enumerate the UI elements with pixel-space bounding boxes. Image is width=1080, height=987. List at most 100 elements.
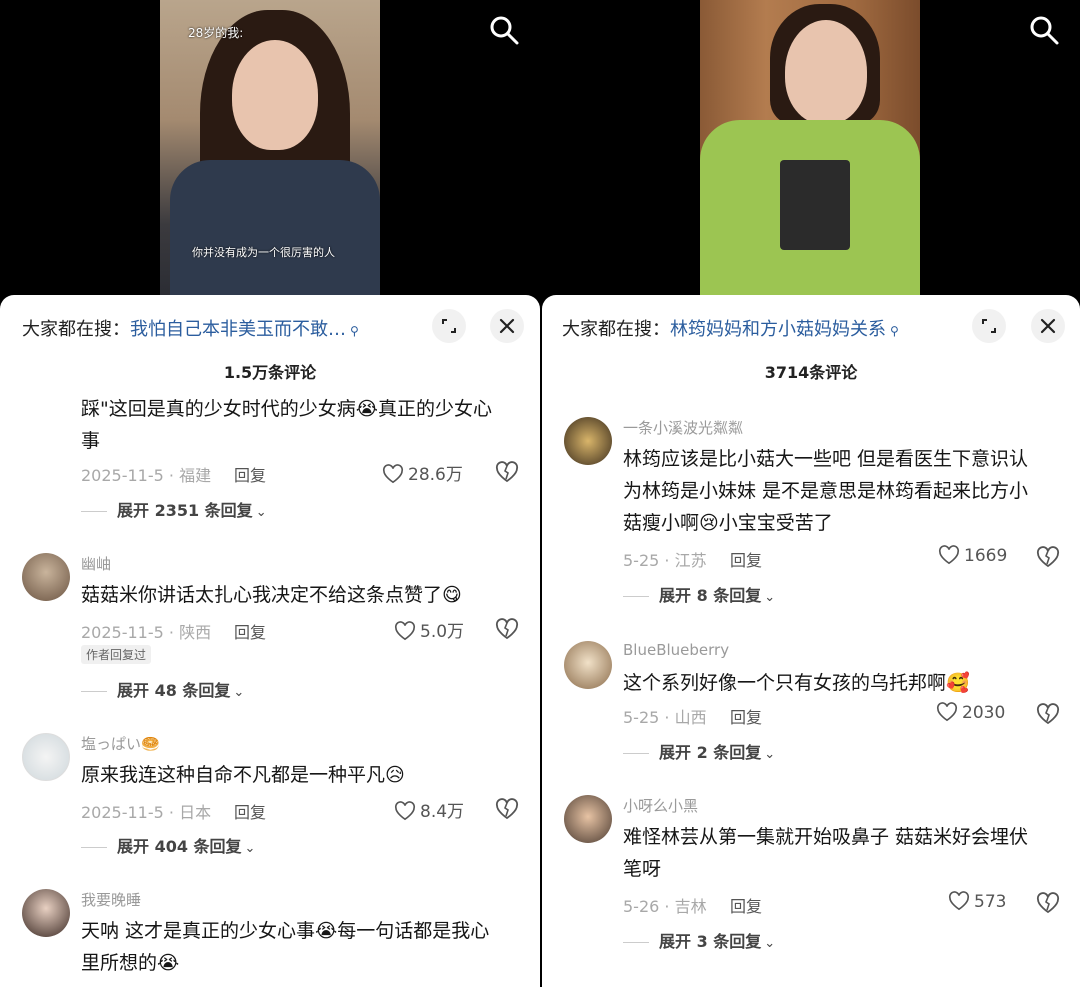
video-frame[interactable] — [700, 0, 920, 300]
search-icon — [1030, 16, 1059, 45]
like-button[interactable]: 1669 — [938, 545, 1007, 566]
expand-sheet-button[interactable] — [432, 309, 466, 343]
comment-date-location: 2025-11-5 · 陕西 — [81, 623, 212, 642]
comment-author[interactable]: 小呀么小黑 — [623, 795, 698, 816]
expand-replies-label: 展开 2351 条回复 — [117, 501, 253, 520]
expand-replies-button[interactable]: 展开 2351 条回复 ⌄ — [81, 497, 267, 521]
comment-author[interactable]: 一条小溪波光粼粼 — [623, 417, 743, 438]
video-frame[interactable]: 28岁的我: 你并没有成为一个很厉害的人 — [160, 0, 380, 300]
comment-date-location: 2025-11-5 · 福建 — [81, 466, 212, 485]
dislike-heart-icon[interactable] — [495, 798, 519, 820]
heart-icon — [382, 464, 404, 484]
expand-icon — [982, 319, 996, 333]
search-suggestion-query[interactable]: 林筠妈妈和方小菇妈妈关系 — [670, 319, 886, 340]
expand-icon — [442, 319, 456, 333]
like-button[interactable]: 28.6万 — [382, 460, 463, 485]
chevron-down-icon: ⌄ — [764, 747, 776, 762]
reply-button[interactable]: 回复 — [730, 704, 762, 728]
close-icon — [499, 318, 515, 334]
avatar[interactable] — [564, 795, 612, 843]
like-button[interactable]: 2030 — [936, 702, 1005, 723]
avatar[interactable] — [564, 641, 612, 689]
like-button[interactable]: 573 — [948, 891, 1006, 912]
video-overlay-title: 28岁的我: — [188, 26, 244, 40]
dislike-heart-icon[interactable] — [495, 461, 519, 483]
like-count: 5.0万 — [420, 622, 465, 642]
comment-author[interactable]: 塩っぱい🥯 — [81, 733, 160, 754]
dislike-heart-icon[interactable] — [495, 618, 519, 640]
expand-replies-label: 展开 3 条回复 — [659, 932, 762, 951]
reply-button[interactable]: 回复 — [234, 619, 266, 643]
chevron-down-icon: ⌄ — [244, 841, 256, 856]
dislike-heart-icon[interactable] — [1036, 703, 1060, 725]
comment-date-location: 5-26 · 吉林 — [623, 897, 707, 916]
avatar[interactable] — [564, 417, 612, 465]
comment-text: 原来我连这种自命不凡都是一种平凡😥 — [81, 764, 405, 786]
video-person-face — [232, 40, 318, 150]
comment-text: 踩"这回是真的少女时代的少女病😭真正的少女心事 — [81, 398, 492, 452]
avatar[interactable] — [22, 733, 70, 781]
left-panel: 28岁的我: 你并没有成为一个很厉害的人 大家都在搜：我怕自己本非美玉而不敢… ⚲… — [0, 0, 540, 987]
heart-icon — [938, 545, 960, 565]
dislike-heart-icon[interactable] — [1036, 892, 1060, 914]
comment-sheet: 大家都在搜：我怕自己本非美玉而不敢… ⚲ 1.5万条评论 踩"这回是真的少女时代的… — [0, 295, 540, 987]
right-panel: 大家都在搜：林筠妈妈和方小菇妈妈关系 ⚲ 3714条评论 一条小溪波光粼粼 林筠应… — [540, 0, 1080, 987]
sheet-header: 大家都在搜：我怕自己本非美玉而不敢… ⚲ — [0, 309, 540, 345]
like-count: 8.4万 — [420, 802, 465, 822]
shirt-graphic — [780, 160, 850, 250]
reply-button[interactable]: 回复 — [234, 799, 266, 823]
comment-author[interactable]: 幽岫 — [81, 553, 111, 574]
author-replied-badge: 作者回复过 — [81, 645, 152, 664]
comment-count: 3714条评论 — [764, 363, 858, 382]
comment-author[interactable]: BlueBlueberry — [623, 641, 729, 659]
avatar[interactable] — [22, 553, 70, 601]
like-count: 573 — [974, 892, 1007, 912]
sheet-header: 大家都在搜：林筠妈妈和方小菇妈妈关系 ⚲ — [542, 309, 1080, 345]
expand-replies-button[interactable]: 展开 2 条回复 ⌄ — [623, 739, 775, 763]
video-player[interactable] — [540, 0, 1080, 300]
comment-text: 难怪林芸从第一集就开始吸鼻子 菇菇米好会埋伏笔呀 — [623, 826, 1029, 880]
expand-replies-button[interactable]: 展开 3 条回复 ⌄ — [623, 928, 775, 952]
heart-icon — [936, 702, 958, 722]
reply-button[interactable]: 回复 — [234, 462, 266, 486]
like-count: 28.6万 — [408, 465, 463, 485]
video-search-button[interactable] — [488, 14, 520, 46]
expand-replies-button[interactable]: 展开 404 条回复 ⌄ — [81, 833, 255, 857]
search-icon: ⚲ — [890, 324, 899, 338]
video-person-jacket — [170, 160, 380, 300]
dislike-heart-icon[interactable] — [1036, 546, 1060, 568]
avatar[interactable] — [22, 889, 70, 937]
like-button[interactable]: 5.0万 — [394, 617, 464, 642]
comment-text: 菇菇米你讲话太扎心我决定不给这条点赞了😋 — [81, 584, 462, 606]
expand-replies-label: 展开 48 条回复 — [117, 681, 231, 700]
chevron-down-icon: ⌄ — [233, 685, 245, 700]
like-count: 1669 — [964, 546, 1008, 566]
comment-date-location: 2025-11-5 · 日本 — [81, 803, 212, 822]
close-sheet-button[interactable] — [1031, 309, 1065, 343]
comment-author[interactable]: 我要晚睡 — [81, 889, 141, 910]
search-suggestion-query[interactable]: 我怕自己本非美玉而不敢… — [130, 319, 346, 340]
expand-replies-button[interactable]: 展开 48 条回复 ⌄ — [81, 677, 244, 701]
close-icon — [1040, 318, 1056, 334]
comment-date-location: 5-25 · 山西 — [623, 708, 707, 727]
reply-button[interactable]: 回复 — [730, 547, 762, 571]
heart-icon — [394, 621, 416, 641]
video-subtitle: 你并没有成为一个很厉害的人 — [192, 246, 335, 259]
reply-button[interactable]: 回复 — [730, 893, 762, 917]
expand-sheet-button[interactable] — [972, 309, 1006, 343]
comment-text: 林筠应该是比小菇大一些吧 但是看医生下意识认为林筠是小妹妹 是不是意思是林筠看起… — [623, 448, 1029, 534]
like-button[interactable]: 8.4万 — [394, 797, 464, 822]
close-sheet-button[interactable] — [490, 309, 524, 343]
like-count: 2030 — [962, 703, 1006, 723]
video-player[interactable]: 28岁的我: 你并没有成为一个很厉害的人 — [0, 0, 540, 300]
comment-sheet: 大家都在搜：林筠妈妈和方小菇妈妈关系 ⚲ 3714条评论 一条小溪波光粼粼 林筠应… — [542, 295, 1080, 987]
chevron-down-icon: ⌄ — [255, 505, 267, 520]
comment-text: 天呐 这才是真正的少女心事😭每一句话都是我心里所想的😭 — [81, 920, 490, 974]
expand-replies-button[interactable]: 展开 8 条回复 ⌄ — [623, 582, 775, 606]
search-suggestion[interactable]: 大家都在搜：我怕自己本非美玉而不敢… ⚲ — [22, 315, 359, 341]
search-icon: ⚲ — [350, 324, 359, 338]
search-suggestion[interactable]: 大家都在搜：林筠妈妈和方小菇妈妈关系 ⚲ — [562, 315, 899, 341]
search-suggestion-prefix: 大家都在搜： — [562, 319, 670, 340]
video-search-button[interactable] — [1028, 14, 1060, 46]
heart-icon — [394, 801, 416, 821]
